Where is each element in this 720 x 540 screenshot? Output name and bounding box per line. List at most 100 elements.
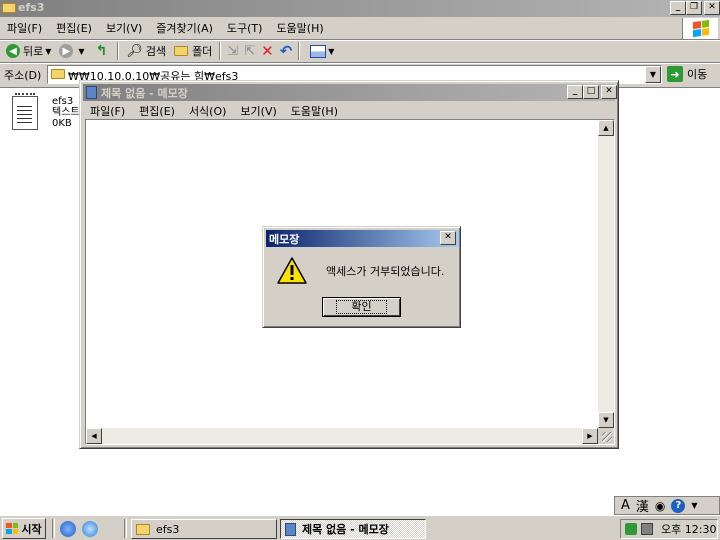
clock[interactable]: 오후 12:30 (661, 521, 716, 537)
windows-logo (682, 18, 718, 39)
go-label: 이동 (687, 68, 708, 81)
menu-help[interactable]: 도움말(H) (269, 20, 330, 36)
ime-alpha-button[interactable]: A (621, 498, 630, 513)
undo-icon[interactable]: ↶ (277, 42, 296, 60)
task-label: efs3 (156, 522, 180, 536)
minimize-button[interactable]: _ (567, 85, 583, 99)
notepad-title: 제목 없음 - 메모장 (101, 87, 188, 100)
search-label: 검색 (145, 45, 167, 58)
up-button[interactable]: ↰ (89, 41, 115, 61)
move-to-icon[interactable]: ⇲ (224, 44, 241, 59)
back-button[interactable]: ◀ 뒤로 ▼ (2, 41, 55, 61)
dialog-message: 액세스가 거부되었습니다. (326, 265, 445, 278)
task-explorer[interactable]: efs3 (131, 519, 277, 539)
toolbar-separator (298, 42, 301, 60)
folder-icon (136, 523, 150, 535)
ime-settings-icon[interactable]: ◉ (655, 499, 665, 513)
dialog-title: 메모장 (269, 233, 300, 246)
chevron-down-icon: ▼ (328, 46, 335, 56)
windows-flag-icon (6, 523, 19, 534)
close-button[interactable]: ✕ (601, 85, 617, 99)
address-label: 주소(D) (4, 69, 42, 82)
back-label: 뒤로 (23, 45, 44, 58)
copy-to-icon[interactable]: ⇱ (241, 44, 258, 59)
menu-edit[interactable]: 편집(E) (49, 20, 99, 36)
forward-button[interactable]: ▶ ▼ (55, 41, 88, 61)
explorer-title: efs3 (18, 1, 45, 14)
toolbar-separator (219, 42, 222, 60)
task-label: 제목 없음 - 메모장 (302, 523, 389, 536)
task-notepad[interactable]: 제목 없음 - 메모장 (280, 519, 426, 539)
go-arrow-icon: ➜ (667, 66, 683, 82)
explorer-toolbar: ◀ 뒤로 ▼ ▶ ▼ ↰ 🔎︎ 검색 폴더 ⇲ ⇱ ✕ ↶ ▼ (2, 40, 338, 62)
forward-arrow-icon: ▶ (59, 44, 74, 58)
file-type: 텍스트 (52, 107, 80, 118)
views-button[interactable]: ▼ (303, 41, 338, 61)
go-button[interactable]: ➜ 이동 (667, 66, 707, 82)
menu-file[interactable]: 파일(F) (83, 103, 132, 119)
taskbar-grip[interactable] (124, 519, 127, 538)
address-dropdown-button[interactable]: ▼ (645, 66, 661, 83)
menu-edit[interactable]: 편집(E) (132, 103, 182, 119)
folder-icon (51, 69, 65, 79)
menu-help[interactable]: 도움말(H) (284, 103, 345, 119)
notepad-titlebar[interactable]: 제목 없음 - 메모장 _ □ ✕ (83, 84, 617, 101)
back-arrow-icon: ◀ (6, 44, 20, 58)
text-file-icon (12, 93, 38, 130)
scroll-left-button[interactable]: ◀ (86, 428, 102, 444)
views-icon (310, 44, 327, 58)
network-icon[interactable] (625, 523, 637, 535)
file-size: 0KB (52, 118, 72, 129)
chevron-down-icon[interactable]: ▼ (691, 501, 697, 510)
scroll-up-button[interactable]: ▲ (598, 120, 614, 136)
ok-button[interactable]: 확인 (322, 297, 401, 317)
dialog-titlebar[interactable]: 메모장 ✕ (266, 230, 459, 247)
menu-view[interactable]: 보기(V) (233, 103, 283, 119)
folders-button[interactable]: 폴더 (170, 41, 216, 61)
windows-flag-icon (692, 19, 709, 38)
help-icon[interactable]: ? (671, 498, 686, 513)
start-label: 시작 (21, 522, 42, 536)
up-folder-icon: ↰ (95, 43, 108, 59)
menu-favorites[interactable]: 즐겨찾기(A) (149, 20, 220, 36)
menu-file[interactable]: 파일(F) (0, 20, 49, 36)
vertical-scrollbar[interactable]: ▲ ▼ (598, 120, 614, 428)
scroll-down-button[interactable]: ▼ (598, 412, 614, 428)
warning-icon (277, 257, 307, 284)
file-name: efs3 (52, 96, 74, 107)
folder-icon (2, 3, 16, 13)
menu-tools[interactable]: 도구(T) (220, 20, 270, 36)
restore-button[interactable]: ❐ (686, 1, 702, 15)
search-button[interactable]: 🔎︎ 검색 (122, 41, 170, 61)
toolbar-separator (117, 42, 120, 60)
notepad-icon (285, 522, 296, 536)
ime-hanja-button[interactable]: 漢 (636, 496, 649, 515)
search-icon: 🔎︎ (126, 43, 143, 59)
keyboard-icon[interactable] (641, 523, 653, 535)
explorer-titlebar[interactable]: efs3 _ ❐ ✕ (0, 0, 720, 17)
horizontal-scrollbar[interactable]: ◀ ▶ (86, 428, 598, 444)
folders-label: 폴더 (192, 45, 213, 58)
start-button[interactable]: 시작 (2, 518, 46, 539)
delete-icon[interactable]: ✕ (258, 42, 277, 60)
maximize-button[interactable]: □ (583, 85, 599, 99)
notepad-icon (86, 86, 97, 99)
menu-format[interactable]: 서식(O) (182, 103, 233, 119)
scroll-right-button[interactable]: ▶ (582, 428, 598, 444)
chevron-down-icon: ▼ (45, 46, 52, 56)
show-desktop-icon[interactable] (60, 521, 76, 537)
minimize-button[interactable]: _ (670, 1, 686, 15)
dialog-close-button[interactable]: ✕ (440, 231, 456, 245)
resize-grip[interactable] (598, 428, 614, 444)
internet-explorer-icon[interactable] (82, 521, 98, 537)
close-button[interactable]: ✕ (704, 1, 720, 15)
quicklaunch-grip[interactable] (52, 519, 55, 538)
language-bar: A 漢 ◉ ? ▼ (614, 496, 720, 515)
menu-view[interactable]: 보기(V) (99, 20, 149, 36)
folder-icon (174, 46, 189, 56)
explorer-menubar: 파일(F) 편집(E) 보기(V) 즐겨찾기(A) 도구(T) 도움말(H) (0, 18, 331, 38)
error-dialog: 메모장 ✕ 액세스가 거부되었습니다. 확인 (262, 226, 461, 328)
file-item[interactable]: efs3 텍스트 0KB (12, 93, 80, 130)
system-tray: 오후 12:30 (620, 519, 718, 539)
notepad-menubar: 파일(F) 편집(E) 서식(O) 보기(V) 도움말(H) (83, 101, 345, 121)
